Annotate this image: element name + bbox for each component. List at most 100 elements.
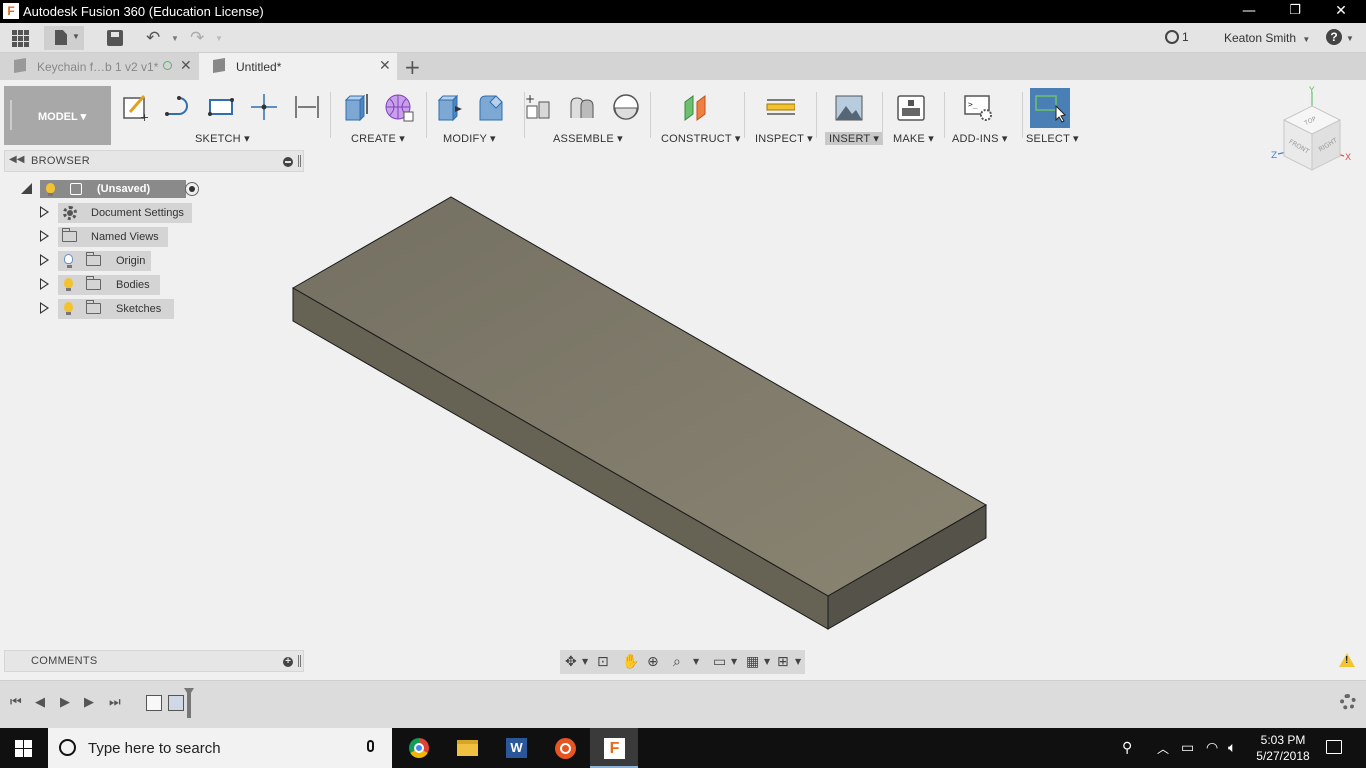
offset-plane-icon[interactable] [681,92,711,122]
expand-tree-icon[interactable] [40,254,49,266]
view-cube[interactable]: Y X Z TOP FRONT RIGHT [1266,86,1356,176]
minimize-panel-icon[interactable] [283,157,293,167]
add-ins-menu-label[interactable]: ADD-INS ▾ [952,132,1008,145]
sketch-menu-label[interactable]: SKETCH ▾ [195,132,250,145]
line-tool-icon[interactable] [163,92,193,122]
rectangle-tool-icon[interactable] [206,92,236,122]
close-window-button[interactable]: ✕ [1318,0,1364,23]
go-to-end-icon[interactable]: ⏭ [109,695,121,711]
collapse-tree-icon[interactable] [21,183,32,194]
joint-icon[interactable] [567,92,597,122]
zoom-icon[interactable]: ⊕ [647,653,659,671]
redo-dropdown-icon[interactable]: ▼ [215,34,223,43]
help-dropdown-icon[interactable]: ▼ [1346,34,1354,43]
insert-menu-label[interactable]: INSERT ▾ [825,132,884,145]
viewports-icon[interactable]: ⊞ [777,653,789,671]
taskbar-word[interactable]: W [492,728,540,768]
redo-icon[interactable]: ↷ [190,28,204,48]
assemble-menu-label[interactable]: ASSEMBLE ▾ [553,132,623,145]
construct-menu-label[interactable]: CONSTRUCT ▾ [661,132,741,145]
form-icon[interactable] [384,92,414,122]
close-tab-icon[interactable]: ✕ [180,58,192,74]
show-hidden-icons-icon[interactable]: ︿ [1157,740,1169,757]
undo-icon[interactable]: ↶ [146,28,160,48]
extrude-icon[interactable] [340,92,370,122]
file-menu-button[interactable]: ▼ [44,26,84,50]
panel-resize-grip[interactable] [298,155,301,167]
chevron-down-icon[interactable]: ▼ [693,653,699,671]
visibility-bulb-icon[interactable] [64,278,73,291]
timeline-extrude-feature[interactable] [168,695,184,711]
create-menu-label[interactable]: CREATE ▾ [351,132,405,145]
taskbar-file-explorer[interactable] [443,728,491,768]
tree-item-origin[interactable]: Origin [40,251,160,271]
new-component-icon[interactable]: + [523,92,553,122]
display-settings-icon[interactable]: ▭ [713,653,726,671]
measure-icon[interactable] [765,92,795,122]
tree-item-named-views[interactable]: Named Views [40,227,180,247]
go-to-start-icon[interactable]: ⏮ [10,695,22,711]
chevron-down-icon[interactable]: ▼ [582,653,588,671]
create-sketch-icon[interactable]: + [120,92,150,122]
volume-icon[interactable]: 🔈︎ [1228,740,1236,756]
timeline-sketch-feature[interactable] [146,695,162,711]
chevron-down-icon[interactable]: ▼ [795,653,801,671]
taskbar-fusion-360[interactable]: F [590,728,638,768]
restore-button[interactable]: ❐ [1272,0,1318,23]
step-back-icon[interactable]: ◀ [35,695,45,711]
microphone-icon[interactable] [367,740,374,752]
tree-item-bodies[interactable]: Bodies [40,275,160,295]
data-panel-grid-icon[interactable] [12,30,29,47]
insert-image-icon[interactable] [834,92,864,122]
taskbar-chrome[interactable] [395,728,443,768]
expand-tree-icon[interactable] [40,278,49,290]
workspace-switcher-button[interactable]: MODEL ▾ [4,86,111,145]
step-forward-icon[interactable]: ▶ [84,695,94,711]
undo-dropdown-icon[interactable]: ▼ [171,34,179,43]
expand-tree-icon[interactable] [40,206,49,218]
wifi-icon[interactable]: ◠ [1206,740,1218,756]
job-status-button[interactable]: 1 [1165,30,1189,44]
press-pull-icon[interactable] [433,92,463,122]
windows-start-icon[interactable] [15,740,32,757]
select-icon[interactable] [1030,88,1070,128]
play-icon[interactable]: ▶ [60,695,70,711]
action-center-icon[interactable] [1326,740,1342,754]
chevron-down-icon[interactable]: ▼ [731,653,737,671]
help-icon[interactable]: ? [1326,29,1342,45]
taskbar-ubuntu[interactable] [541,728,589,768]
tab-untitled[interactable]: Untitled* ✕ [199,53,397,80]
dimension-tool-icon[interactable] [292,92,322,122]
activate-component-radio[interactable] [185,182,199,196]
minimize-button[interactable]: — [1226,0,1272,23]
chevron-down-icon[interactable]: ▼ [764,653,770,671]
add-comment-icon[interactable]: + [283,657,293,667]
orbit-icon[interactable]: ✥ [565,653,577,671]
pan-icon[interactable]: ✋ [622,653,639,671]
gear-icon[interactable] [1340,694,1356,710]
expand-tree-icon[interactable] [40,230,49,242]
new-tab-icon[interactable]: + [404,55,421,79]
make-menu-label[interactable]: MAKE ▾ [893,132,934,145]
visibility-bulb-icon[interactable] [64,302,73,315]
people-icon[interactable]: ⚲ [1122,740,1132,756]
collapse-panel-icon[interactable]: ◀◀ [9,154,24,165]
point-tool-icon[interactable] [249,92,279,122]
zoom-window-icon[interactable]: ⌕ [673,653,681,671]
tree-item-sketches[interactable]: Sketches [40,299,180,319]
system-clock[interactable]: 5:03 PM 5/27/2018 [1255,732,1311,764]
warning-icon[interactable] [1339,653,1355,667]
battery-icon[interactable]: ▭ [1181,740,1194,756]
tree-item-document-settings[interactable]: Document Settings [40,203,200,223]
expand-tree-icon[interactable] [40,302,49,314]
modify-menu-label[interactable]: MODIFY ▾ [443,132,496,145]
visibility-bulb-icon[interactable] [64,254,73,268]
root-component[interactable]: (Unsaved) [40,180,186,198]
tab-keychain[interactable]: Keychain f…b 1 v2 v1* ✕ [0,53,197,80]
taskbar-search-box[interactable]: Type here to search [48,728,392,768]
save-icon[interactable] [107,30,123,46]
visibility-bulb-icon[interactable] [46,183,55,196]
motion-link-icon[interactable] [611,92,641,122]
panel-resize-grip[interactable] [298,655,301,667]
timeline-marker[interactable] [187,690,191,718]
